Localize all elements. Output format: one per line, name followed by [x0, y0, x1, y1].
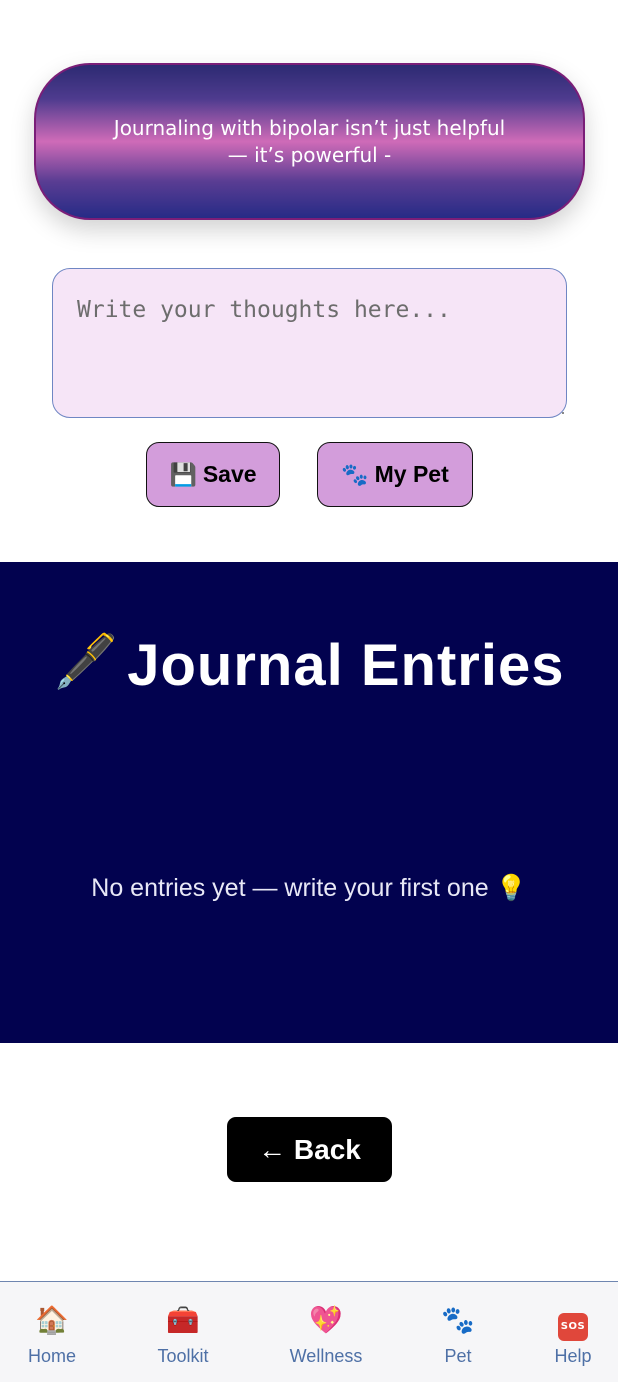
floppy-disk-icon: 💾 — [169, 461, 197, 487]
sos-icon-wrapper: SOS — [558, 1304, 588, 1341]
bottom-navigation: 🏠 Home 🧰 Toolkit 💖 Wellness 🐾 Pet SOS He… — [0, 1281, 618, 1382]
nav-item-help[interactable]: SOS Help — [518, 1304, 618, 1367]
empty-entries-message: No entries yet — write your first one 💡 — [91, 874, 527, 902]
my-pet-button[interactable]: 🐾 My Pet — [317, 442, 473, 507]
journal-page: Journaling with bipolar isn’t just helpf… — [0, 0, 618, 1382]
my-pet-button-label: My Pet — [374, 461, 449, 487]
nav-item-wellness[interactable]: 💖 Wellness — [271, 1304, 381, 1367]
entries-title-text: Journal Entries — [127, 633, 565, 698]
nav-label-pet: Pet — [444, 1346, 472, 1366]
journal-textarea[interactable] — [52, 268, 567, 418]
nav-label-help: Help — [554, 1346, 592, 1366]
back-button[interactable]: ← Back — [227, 1117, 392, 1182]
fountain-pen-icon: 🖋️ — [53, 633, 120, 691]
nav-item-pet[interactable]: 🐾 Pet — [403, 1304, 513, 1367]
nav-label-wellness: Wellness — [289, 1346, 363, 1366]
nav-item-toolkit[interactable]: 🧰 Toolkit — [128, 1304, 238, 1367]
journal-entries-section: 🖋️ Journal Entries No entries yet — write… — [0, 562, 618, 1043]
sparkling-heart-icon: 💖 — [309, 1305, 343, 1335]
house-icon: 🏠 — [35, 1305, 69, 1335]
textarea-resize-handle[interactable] — [562, 412, 564, 414]
banner-text: Journaling with bipolar isn’t just helpf… — [113, 115, 506, 167]
entries-heading: 🖋️ Journal Entries — [0, 624, 618, 704]
toolbox-icon: 🧰 — [166, 1305, 200, 1335]
motivation-banner: Journaling with bipolar isn’t just helpf… — [34, 63, 585, 220]
nav-label-toolkit: Toolkit — [157, 1346, 209, 1366]
sos-icon: SOS — [558, 1313, 588, 1341]
nav-label-home: Home — [27, 1346, 76, 1366]
nav-item-home[interactable]: 🏠 Home — [0, 1304, 107, 1367]
save-button[interactable]: 💾 Save — [146, 442, 280, 507]
paw-prints-icon: 🐾 — [441, 1305, 475, 1335]
save-button-label: Save — [202, 461, 257, 487]
paw-prints-icon: 🐾 — [341, 461, 369, 487]
